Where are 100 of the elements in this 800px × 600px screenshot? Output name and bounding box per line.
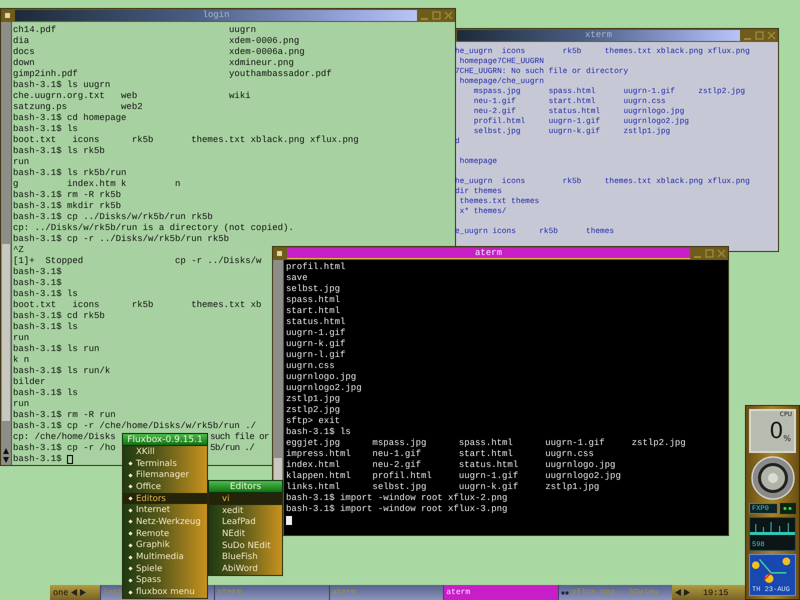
- next-arrow-icon[interactable]: [80, 589, 86, 596]
- submenu-bullet-icon: [128, 473, 133, 478]
- submenu-bullet-icon: [128, 484, 133, 490]
- scrollbar-thumb[interactable]: [2, 244, 10, 421]
- cpu-unit: %: [783, 434, 791, 443]
- terminal-line: save: [286, 273, 308, 284]
- menu-item[interactable]: Multimedia: [123, 551, 207, 563]
- terminal-line: 5b/run ./: [210, 443, 254, 454]
- menu-item[interactable]: xedit: [209, 504, 282, 516]
- window-menu-icon[interactable]: [5, 13, 10, 18]
- maximize-icon[interactable]: [705, 249, 714, 258]
- scroll-down-icon[interactable]: [2, 456, 10, 464]
- image-viewer-icon: [560, 590, 569, 596]
- terminal-line: klappen.html profil.html uugrn-1.gif uugrnlogo2.jpg: [286, 471, 621, 482]
- terminal-line: dia xdem-0006.png: [13, 36, 300, 47]
- terminal-line: bilder: [13, 377, 46, 388]
- menu-title: Fluxbox-0.9.15.1: [122, 433, 208, 446]
- submenu-bullet-icon: [128, 508, 133, 512]
- menu-item[interactable]: XKill: [123, 446, 207, 458]
- window-title: login: [202, 10, 230, 20]
- menu-item[interactable]: Netz-Werkzeug: [123, 516, 207, 528]
- previous-arrow-icon[interactable]: [675, 589, 682, 596]
- terminal-line: run: [13, 399, 30, 410]
- submenu-bullet-icon: [128, 590, 133, 594]
- terminal-line: status.html: [286, 317, 346, 328]
- terminal-line: uugrn.css: [286, 361, 335, 372]
- menu-item[interactable]: fluxbox menu: [123, 586, 207, 598]
- terminal-line: bash-3.1$ import -window root xflux-3.png: [286, 504, 508, 515]
- menu-item[interactable]: Editors: [123, 492, 207, 504]
- submenu-bullet-icon: [128, 496, 133, 501]
- terminal-line: cp: /che/home/Disks: [13, 432, 116, 443]
- submenu-bullet-icon: [128, 520, 133, 524]
- menu-item[interactable]: Spass: [123, 574, 207, 586]
- submenu-bullet-icon: [128, 532, 133, 536]
- text-cursor: [67, 455, 73, 464]
- shell-prompt: bash-3.1$: [13, 454, 62, 465]
- terminal-line: bash-3.1$: [13, 267, 62, 278]
- terminal-line: boot.txt icons rk5b themes.txt xblack.png xflux.png: [13, 135, 359, 146]
- submenu-bullet-icon: [128, 578, 133, 583]
- menu-item[interactable]: vi: [209, 493, 282, 505]
- submenu-bullet-icon: [128, 543, 133, 548]
- menu-title: Editors: [208, 480, 283, 493]
- menu-item[interactable]: Office: [123, 481, 207, 493]
- close-icon[interactable]: [717, 249, 726, 258]
- window-title: aterm: [474, 248, 502, 258]
- terminal-line: run: [13, 333, 30, 344]
- maximize-icon[interactable]: [432, 11, 441, 20]
- terminal-line: eggjet.jpg mspass.jpg spass.html uugrn-1.gif zstlp2.jpg: [286, 438, 686, 449]
- terminal-line: bash-3.1$ cp -r /ho: [13, 443, 116, 454]
- terminal-line: bash-3.1$ cp ../Disks/w/rk5b/run rk5b: [13, 212, 213, 223]
- terminal-line: spass.html: [286, 295, 340, 306]
- text-cursor: [286, 516, 292, 525]
- menu-item[interactable]: Graphik: [123, 540, 207, 552]
- menu-item[interactable]: Filemanager: [123, 469, 207, 482]
- terminal-line: bash-3.1$ ls rk5b: [13, 146, 105, 157]
- close-icon[interactable]: [444, 11, 453, 20]
- menu-item[interactable]: AbiWord: [209, 563, 282, 575]
- previous-arrow-icon[interactable]: [71, 589, 78, 596]
- menu-item[interactable]: NEdit: [209, 528, 282, 540]
- terminal-line: bash-3.1$ rm -R rk5b: [13, 190, 122, 201]
- terminal-line: bash-3.1$ ls: [13, 322, 78, 333]
- terminal-line: uugrn-l.gif: [286, 350, 346, 361]
- terminal-line: bash-3.1$ cd homepage: [13, 113, 126, 124]
- terminal-line: such file or: [210, 432, 269, 443]
- terminal-line: satzung.ps web2: [13, 102, 143, 113]
- terminal-line: ^Z: [13, 245, 24, 256]
- terminal-line: bash-3.1$ mkdir rk5b: [13, 201, 122, 212]
- window-menu-icon[interactable]: [277, 251, 282, 256]
- terminal-line: ch14.pdf uugrn: [13, 25, 256, 36]
- terminal-line: run: [13, 157, 30, 168]
- terminal-line: docs xdem-0006a.png: [13, 47, 305, 58]
- terminal-line: cp: ../Disks/w/rk5b/run is a directory (not copied).: [13, 223, 294, 234]
- terminal-line: start.html: [286, 306, 340, 317]
- terminal-line: uugrn-1.gif: [286, 328, 346, 339]
- terminal-line: zstlp1.jpg: [286, 394, 340, 405]
- terminal-line: bash-3.1$ ls run: [13, 344, 100, 355]
- menu-item[interactable]: Internet: [123, 504, 207, 516]
- terminal-line: bash-3.1$ ls run/k: [13, 366, 110, 377]
- window-title: xterm: [584, 30, 612, 40]
- terminal-line: k n: [13, 355, 30, 366]
- menu-item[interactable]: Terminals: [123, 458, 207, 470]
- menu-item[interactable]: LeafPad: [209, 516, 282, 528]
- maximize-icon[interactable]: [755, 31, 764, 40]
- menu-item[interactable]: Spiele: [123, 562, 207, 575]
- close-icon[interactable]: [767, 31, 776, 40]
- title-bar[interactable]: aterm: [287, 248, 690, 259]
- scrollbar[interactable]: [1, 22, 12, 465]
- terminal-line: che.uugrn.org.txt web wiki: [13, 91, 251, 102]
- menu-item[interactable]: SuDo NEdit: [209, 540, 282, 552]
- terminal-line: bash-3.1$ ls: [286, 427, 351, 438]
- terminal-line: boot.txt icons rk5b themes.txt xb: [13, 300, 262, 311]
- menu-item[interactable]: Remote: [123, 528, 207, 540]
- submenu-bullet-icon: [128, 461, 133, 466]
- terminal-line: profil.html: [286, 262, 346, 273]
- terminal-line: uugrn-k.gif: [286, 339, 346, 350]
- scroll-up-icon[interactable]: [2, 447, 10, 455]
- next-arrow-icon[interactable]: [684, 589, 690, 596]
- menu-item[interactable]: BlueFish: [209, 551, 282, 564]
- task-button[interactable]: aterm: [443, 585, 558, 600]
- terminal-line: bash-3.1$ cp -r /che/home/Disks/w/rk5b/run ./: [13, 421, 256, 432]
